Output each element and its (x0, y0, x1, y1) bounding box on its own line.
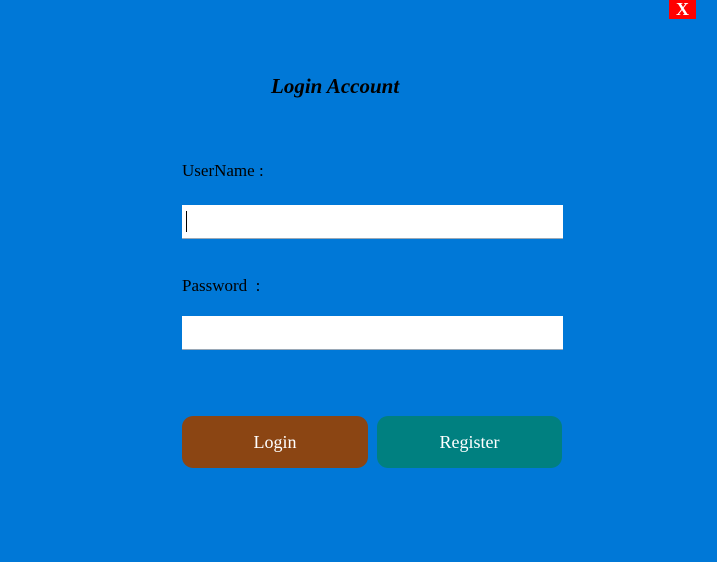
register-button[interactable]: Register (377, 416, 562, 468)
username-input[interactable] (182, 205, 563, 239)
password-label: Password : (182, 276, 261, 295)
form-title: Login Account (271, 74, 400, 98)
password-input[interactable] (182, 316, 563, 350)
login-button[interactable]: Login (182, 416, 368, 468)
close-button[interactable]: X (669, 0, 696, 19)
text-caret (186, 211, 187, 232)
username-label: UserName : (182, 161, 264, 180)
